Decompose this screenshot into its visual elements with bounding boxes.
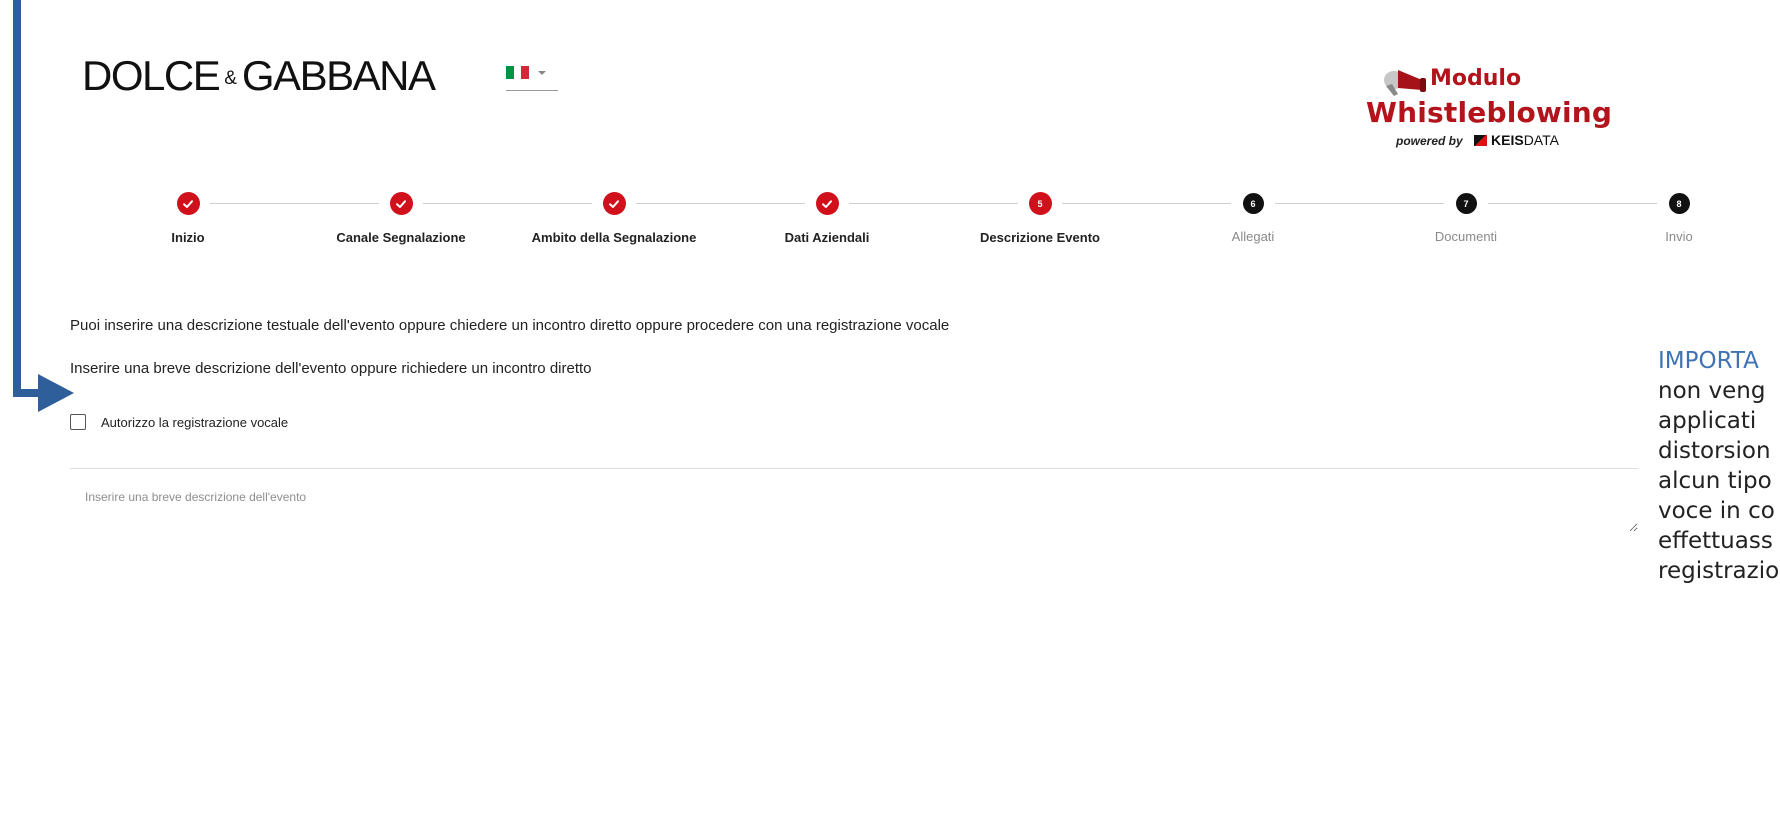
dolce-gabbana-logo: DOLCE & GABBANA [82, 52, 436, 100]
check-icon [815, 192, 839, 215]
instruction-text: Inserire una breve descrizione dell'even… [70, 360, 592, 377]
language-selector[interactable] [506, 60, 558, 91]
brand-left: DOLCE [82, 52, 221, 99]
keisdata-bold: KEIS [1491, 132, 1524, 148]
brand-amp: & [224, 67, 237, 89]
italy-flag-icon [506, 66, 530, 79]
keisdata-logo: KEIS DATA [1474, 132, 1559, 148]
step-canale-segnalazione: Canale Segnalazione [301, 188, 501, 245]
note-line: non veng [1658, 378, 1766, 404]
note-line: distorsion [1658, 438, 1771, 464]
step-label: Ambito della Segnalazione [531, 230, 697, 245]
step-number: 8 [1668, 193, 1690, 214]
step-number: 5 [1028, 192, 1052, 215]
logo-line-modulo: Modulo [1430, 66, 1522, 91]
step-allegati: 6 Allegati [1153, 188, 1353, 244]
voice-recording-checkbox[interactable] [70, 414, 86, 430]
check-icon [176, 192, 200, 215]
note-line: applicati [1658, 408, 1757, 434]
logo-line-whistleblowing: Whistleblowing [1366, 96, 1613, 129]
step-inizio: Inizio [88, 188, 288, 245]
step-label: Dati Aziendali [784, 230, 870, 245]
keisdata-rest: DATA [1523, 132, 1559, 148]
step-invio: 8 Invio [1579, 188, 1779, 244]
step-label: Documenti [1434, 229, 1498, 244]
step-label: Allegati [1231, 229, 1275, 244]
note-line: effettuass [1658, 528, 1773, 554]
step-number: 7 [1455, 193, 1477, 214]
check-icon [389, 192, 413, 215]
step-descrizione-evento: 5 Descrizione Evento [940, 188, 1140, 245]
step-label: Inizio [171, 230, 205, 245]
step-number: 6 [1242, 193, 1264, 214]
step-documenti: 7 Documenti [1366, 188, 1566, 244]
step-label: Descrizione Evento [980, 230, 1100, 245]
chevron-down-icon [538, 71, 546, 75]
event-description-field[interactable] [70, 472, 1638, 532]
note-line: registrazio [1658, 558, 1780, 584]
modulo-whistleblowing-logo: Modulo Whistleblowing powered by KEIS DAT… [1362, 62, 1612, 154]
divider [70, 468, 1638, 469]
important-note: IMPORTA non veng applicati distorsion alcun… [1658, 346, 1780, 586]
megaphone-icon [1384, 70, 1426, 96]
step-dati-aziendali: Dati Aziendali [727, 188, 927, 245]
intro-text: Puoi inserire una descrizione testuale d… [70, 317, 950, 334]
keisdata-mark-icon [1474, 134, 1487, 146]
note-title: IMPORTA [1658, 348, 1759, 374]
progress-stepper: Inizio Canale Segnalazione Ambito della Se… [0, 188, 1780, 248]
note-line: alcun tipo [1658, 468, 1772, 494]
powered-by-text: powered by [1396, 134, 1463, 148]
step-ambito-della-segnalazione: Ambito della Segnalazione [514, 188, 714, 245]
step-label: Invio [1665, 229, 1693, 244]
voice-recording-label: Autorizzo la registrazione vocale [101, 414, 289, 430]
check-icon [602, 192, 626, 215]
step-label: Canale Segnalazione [336, 230, 466, 245]
annotation-arrow-head [38, 374, 74, 412]
note-line: voce in co [1658, 498, 1775, 524]
brand-right: GABBANA [241, 52, 436, 99]
voice-recording-checkbox-row[interactable]: Autorizzo la registrazione vocale [70, 414, 288, 430]
